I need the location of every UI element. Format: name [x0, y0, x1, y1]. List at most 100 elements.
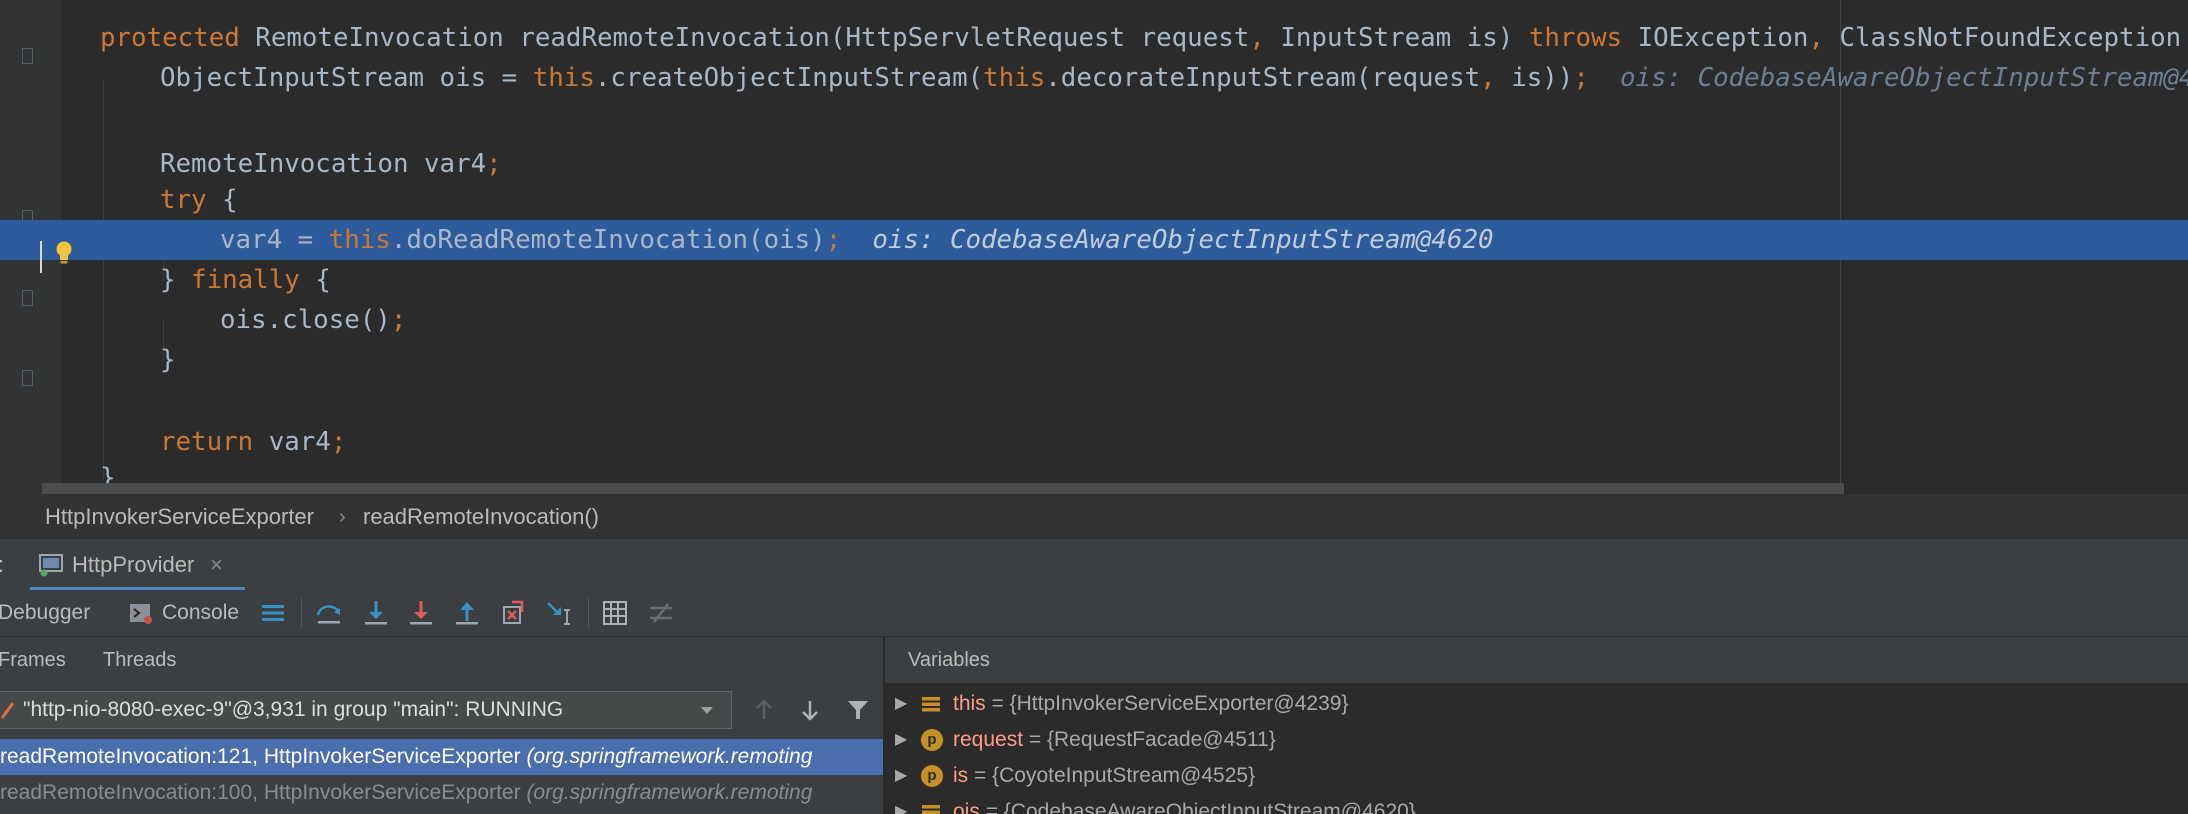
stack-frame-row[interactable]: readRemoteInvocation:100, HttpInvokerSer… — [0, 775, 883, 811]
code-line[interactable]: RemoteInvocation var4; — [0, 144, 2188, 184]
code-text: } finally { — [160, 260, 331, 300]
code-token: ObjectInputStream ois = — [160, 63, 533, 93]
frame-package: (org.springframework.remoting — [526, 745, 813, 768]
code-text: var4 = this.doReadRemoteInvocation(ois);… — [220, 220, 1494, 260]
code-text: return var4; — [160, 422, 346, 462]
step-over-icon[interactable] — [314, 598, 344, 628]
breadcrumb: HttpInvokerServiceExporter › readRemoteI… — [0, 494, 2188, 539]
variable-value: = {CoyoteInputStream@4525} — [968, 764, 1256, 787]
previous-frame-icon[interactable] — [754, 698, 774, 722]
show-execution-point-icon[interactable] — [258, 598, 288, 628]
code-line[interactable]: ois.close(); — [0, 300, 2188, 340]
close-icon[interactable]: × — [210, 539, 223, 591]
inline-debug-value: ois: CodebaseAwareObjectInputStream@4620 — [872, 225, 1494, 255]
variable-name-text: is — [953, 764, 969, 787]
field-icon — [922, 805, 940, 814]
code-token: , — [1808, 23, 1824, 53]
code-token: RemoteInvocation var4 — [160, 149, 487, 179]
code-token: .createObjectInputStream( — [594, 63, 984, 93]
variable-row[interactable]: ▶ p is = {CoyoteInputStream@4525} — [885, 758, 2188, 794]
code-line[interactable]: try { — [0, 180, 2188, 220]
stack-frame-row[interactable]: readRemoteInvocation:121, HttpInvokerSer… — [0, 739, 883, 775]
code-token: var4 = — [220, 225, 329, 255]
code-token: ; — [825, 225, 842, 255]
code-token: ; — [1573, 63, 1589, 93]
code-keyword: this — [328, 225, 391, 255]
code-token: ; — [390, 305, 407, 335]
code-text: ois.close(); — [220, 300, 406, 340]
debug-toolbar: Debugger Console — [0, 590, 2188, 637]
expand-arrow-icon[interactable]: ▶ — [895, 758, 907, 794]
next-frame-icon[interactable] — [800, 698, 820, 722]
code-keyword: protected — [100, 23, 240, 53]
evaluate-expression-icon[interactable] — [600, 598, 630, 628]
variables-title: Variables — [908, 649, 990, 671]
thread-suspended-icon — [0, 702, 15, 719]
tool-window-edge: : — [0, 539, 4, 591]
code-line[interactable] — [0, 382, 2188, 422]
code-line[interactable]: protected RemoteInvocation readRemoteInv… — [0, 18, 2188, 58]
code-token: .decorateInputStream(request — [1045, 63, 1481, 93]
code-token: var4 — [253, 427, 331, 457]
code-token: } — [160, 345, 176, 375]
console-icon — [130, 604, 152, 624]
frames-panel: "http-nio-8080-exec-9"@3,931 in group "m… — [0, 683, 883, 814]
expand-arrow-icon[interactable]: ▶ — [895, 686, 907, 722]
toolbar-divider — [301, 598, 302, 628]
code-line[interactable]: } — [0, 340, 2188, 380]
frame-package: (org.springframework.remoting — [526, 781, 813, 804]
code-keyword: return — [160, 427, 254, 457]
expand-arrow-icon[interactable]: ▶ — [895, 794, 907, 814]
tab-frames[interactable]: Frames — [0, 637, 66, 683]
code-token: RemoteInvocation readRemoteInvocation(Ht… — [239, 23, 1250, 53]
thread-selector[interactable]: "http-nio-8080-exec-9"@3,931 in group "m… — [0, 691, 732, 729]
execution-line-gutter — [0, 220, 104, 260]
variable-name: this = {HttpInvokerServiceExporter@4239} — [953, 686, 1348, 722]
code-token: , — [1480, 63, 1496, 93]
horizontal-scrollbar[interactable] — [42, 483, 1844, 494]
code-token: } — [160, 265, 192, 295]
chevron-down-icon — [701, 707, 713, 714]
lightbulb-icon[interactable] — [55, 240, 73, 266]
debug-session-tabs: : HttpProvider × — [0, 538, 2188, 591]
thread-selector-value: "http-nio-8080-exec-9"@3,931 in group "m… — [23, 698, 564, 721]
tab-debugger[interactable]: Debugger — [0, 590, 90, 636]
run-to-cursor-icon[interactable] — [544, 598, 574, 628]
expand-arrow-icon[interactable]: ▶ — [895, 722, 907, 758]
variable-value: = {RequestFacade@4511} — [1023, 728, 1276, 751]
breadcrumb-class[interactable]: HttpInvokerServiceExporter — [45, 495, 314, 539]
variable-value: = {HttpInvokerServiceExporter@4239} — [985, 692, 1349, 715]
inline-debug-value: ois: CodebaseAwareObjectInputStream@4620 — [1619, 63, 2188, 93]
session-tab-label: HttpProvider — [72, 552, 195, 577]
code-keyword: this — [983, 63, 1046, 93]
code-editor[interactable]: protected RemoteInvocation readRemoteInv… — [0, 0, 2188, 494]
code-line[interactable] — [0, 104, 2188, 144]
code-line[interactable]: return var4; — [0, 422, 2188, 462]
variable-name-text: request — [953, 728, 1024, 751]
code-token: ClassNotFoundException { — [1839, 23, 2182, 53]
variable-name-text: ois — [953, 800, 980, 814]
variable-name: is = {CoyoteInputStream@4525} — [953, 758, 1255, 794]
code-text: protected RemoteInvocation readRemoteInv… — [100, 18, 2188, 58]
code-token: ; — [486, 149, 502, 179]
code-line[interactable]: } finally { — [0, 260, 2188, 300]
code-line[interactable]: ObjectInputStream ois = this.createObjec… — [0, 58, 2188, 98]
tab-console[interactable]: Console — [162, 590, 239, 636]
trace-current-stream-icon[interactable] — [646, 598, 676, 628]
variable-row[interactable]: ▶ ois = {CodebaseAwareObjectInputStream@4… — [885, 794, 2188, 814]
drop-frame-icon[interactable] — [498, 598, 528, 628]
step-out-icon[interactable] — [452, 598, 482, 628]
variable-row[interactable]: ▶ this = {HttpInvokerServiceExporter@4239… — [885, 686, 2188, 722]
force-step-into-icon[interactable] — [406, 598, 436, 628]
tab-threads[interactable]: Threads — [103, 637, 176, 683]
current-execution-line[interactable]: var4 = this.doReadRemoteInvocation(ois);… — [0, 220, 2188, 260]
variable-row[interactable]: ▶ p request = {RequestFacade@4511} — [885, 722, 2188, 758]
breadcrumb-method[interactable]: readRemoteInvocation() — [363, 495, 599, 539]
field-icon — [922, 697, 940, 712]
variable-name: ois = {CodebaseAwareObjectInputStream@46… — [953, 794, 1416, 814]
frame-method: readRemoteInvocation:100, HttpInvokerSer… — [0, 781, 527, 804]
code-token: is)) — [1495, 63, 1574, 93]
filter-icon[interactable] — [846, 698, 870, 722]
step-into-icon[interactable] — [361, 598, 391, 628]
